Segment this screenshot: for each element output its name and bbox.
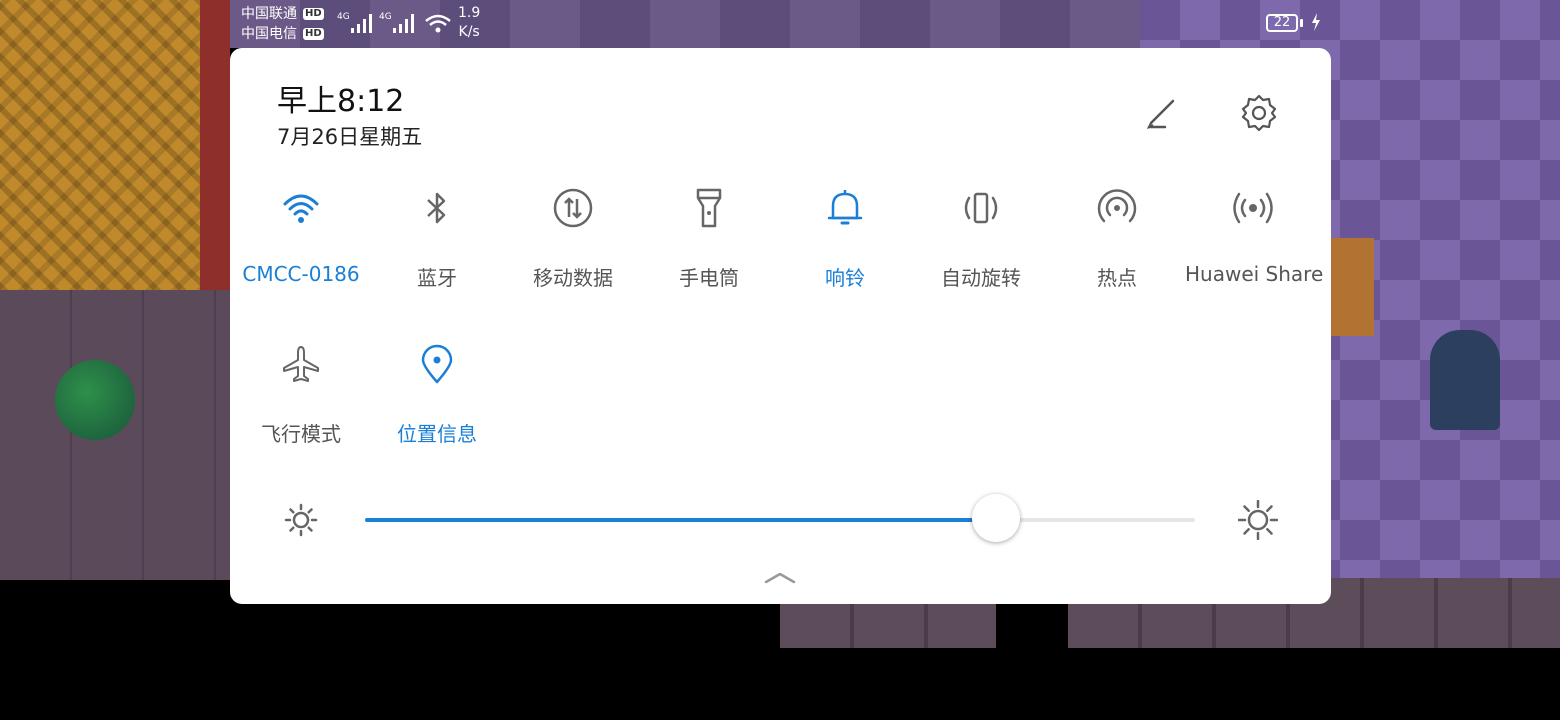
tile-label: 自动旋转 [941, 266, 1021, 290]
tile-label: 位置信息 [397, 422, 477, 446]
hotspot-icon [1097, 189, 1137, 223]
speed-value: 1.9 [458, 5, 481, 21]
panel-time: 早上8:12 [277, 84, 405, 119]
game-character [1430, 330, 1500, 430]
tile-label: 热点 [1097, 266, 1137, 290]
bell-icon [827, 190, 863, 225]
carrier-info: 中国联通 HD 中国电信 HD [241, 4, 324, 44]
quick-settings-panel: 早上8:12 7月26日星期五 CMCC-0186 蓝牙 移动数据 手电筒 响铃… [230, 48, 1331, 604]
tile-auto-rotate[interactable]: 自动旋转 [913, 188, 1049, 318]
tile-label: CMCC-0186 [242, 262, 360, 286]
tile-huawei-share[interactable]: Huawei Share [1185, 188, 1324, 318]
tile-label: 蓝牙 [417, 266, 457, 290]
airplane-icon [283, 346, 319, 382]
floor-left [0, 290, 230, 580]
settings-button[interactable] [1239, 93, 1279, 133]
wifi-status-icon [425, 14, 451, 33]
flashlight-icon [696, 188, 722, 228]
network-type: 4G [337, 12, 350, 22]
potted-tree [55, 360, 135, 440]
auto-rotate-icon [964, 192, 998, 224]
tile-label: Huawei Share [1185, 262, 1324, 286]
slider-fill [365, 518, 996, 522]
table [1330, 238, 1374, 336]
edit-button[interactable] [1143, 93, 1183, 133]
tile-wifi[interactable]: CMCC-0186 [233, 188, 369, 318]
tile-label: 手电筒 [679, 266, 739, 290]
tile-location[interactable]: 位置信息 [369, 344, 505, 474]
tile-airplane-mode[interactable]: 飞行模式 [233, 344, 369, 474]
slider-thumb[interactable] [972, 494, 1020, 542]
tile-label: 飞行模式 [261, 422, 341, 446]
brightness-high-icon [1238, 500, 1278, 540]
hd-badge: HD [303, 8, 324, 20]
carpet-border [200, 0, 230, 290]
hd-badge: HD [303, 28, 324, 40]
pencil-icon [1146, 99, 1175, 130]
wifi-icon [283, 194, 319, 223]
tile-label: 响铃 [825, 266, 865, 290]
tile-bluetooth[interactable]: 蓝牙 [369, 188, 505, 318]
charging-icon [1312, 13, 1320, 31]
battery-tip [1300, 19, 1303, 27]
gear-icon [1241, 94, 1277, 132]
huawei-share-icon [1233, 192, 1273, 224]
signal-icon [393, 14, 414, 33]
panel-date: 7月26日星期五 [277, 125, 423, 149]
tile-hotspot[interactable]: 热点 [1049, 188, 1185, 318]
network-speed: 1.9 K/s [458, 4, 480, 42]
bluetooth-icon [427, 192, 446, 224]
signal-icon [351, 14, 372, 33]
carrier-1: 中国联通 [241, 6, 297, 22]
tile-mobile-data[interactable]: 移动数据 [505, 188, 641, 318]
brightness-low-icon [284, 503, 318, 537]
tile-flashlight[interactable]: 手电筒 [641, 188, 777, 318]
brightness-slider[interactable] [365, 494, 1195, 542]
carrier-2: 中国电信 [241, 26, 297, 42]
speed-unit: K/s [458, 24, 480, 40]
mobile-data-icon [553, 188, 593, 228]
network-type: 4G [379, 12, 392, 22]
location-icon [421, 344, 453, 384]
carpet [0, 0, 230, 290]
tile-label: 移动数据 [533, 266, 613, 290]
battery-indicator: 22 [1266, 14, 1298, 32]
tile-ring[interactable]: 响铃 [777, 188, 913, 318]
collapse-chevron-up-icon[interactable] [760, 568, 800, 588]
